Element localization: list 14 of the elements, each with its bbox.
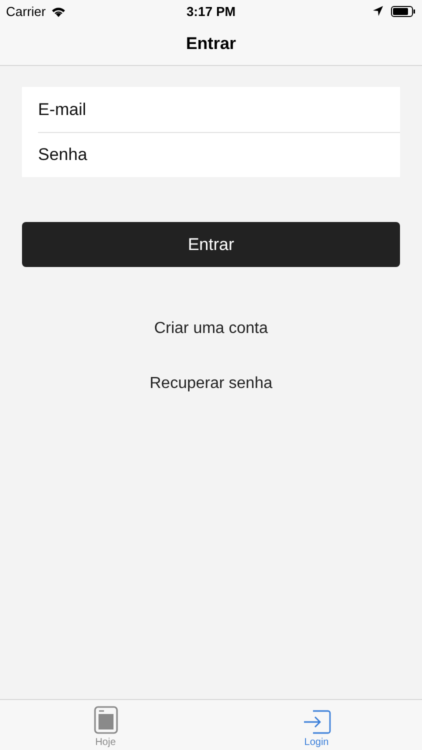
carrier-label: Carrier: [6, 4, 46, 18]
sign-in-icon: [302, 710, 330, 734]
battery-icon: [391, 6, 416, 16]
text-link[interactable]: Recuperar senha: [150, 374, 272, 394]
text-field[interactable]: Senha: [22, 132, 400, 177]
text-link[interactable]: Criar uma conta: [154, 319, 268, 339]
tab-bar-item[interactable]: Login: [211, 700, 422, 750]
login-button[interactable]: Entrar: [22, 222, 400, 267]
clock-time: 3:17 PM: [186, 4, 236, 18]
document-icon: [94, 706, 118, 734]
location-arrow-icon: [373, 6, 384, 16]
screen-title: Entrar: [186, 34, 236, 54]
wifi-icon: [50, 6, 66, 16]
text-field[interactable]: E-mail: [22, 87, 400, 132]
